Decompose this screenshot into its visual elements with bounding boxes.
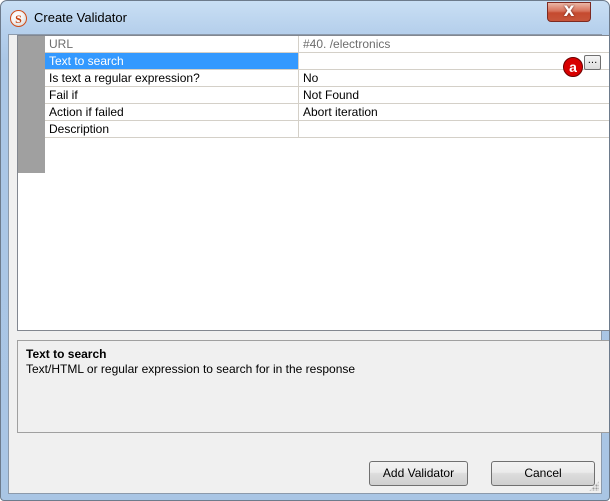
property-value[interactable] xyxy=(299,121,609,138)
close-icon: X xyxy=(563,4,575,20)
property-help-panel: Text to search Text/HTML or regular expr… xyxy=(17,340,609,433)
app-icon-letter: S xyxy=(15,11,22,26)
property-row-text-to-search[interactable]: Text to search xyxy=(45,53,609,70)
property-row-fail-if[interactable]: Fail if Not Found xyxy=(45,87,609,104)
property-row-is-regex[interactable]: Is text a regular expression? No xyxy=(45,70,609,87)
property-value[interactable]: #40. /electronics xyxy=(299,36,609,53)
property-row-action-if-failed[interactable]: Action if failed Abort iteration xyxy=(45,104,609,121)
property-name: Fail if xyxy=(45,87,299,104)
annotation-marker-a: a xyxy=(563,57,583,77)
close-button[interactable]: X xyxy=(547,2,591,22)
property-name: Action if failed xyxy=(45,104,299,121)
window-title: Create Validator xyxy=(34,10,127,25)
property-name: Text to search xyxy=(45,53,299,70)
help-description: Text/HTML or regular expression to searc… xyxy=(26,362,356,376)
property-row-url[interactable]: URL #40. /electronics xyxy=(45,36,609,53)
property-value[interactable]: Not Found xyxy=(299,87,609,104)
title-bar: S Create Validator X xyxy=(1,1,609,35)
property-value[interactable]: No xyxy=(299,70,609,87)
property-grid-rows: URL #40. /electronics Text to search Is … xyxy=(45,36,609,138)
property-grid: URL #40. /electronics Text to search Is … xyxy=(17,35,609,331)
property-grid-gutter xyxy=(18,36,45,173)
help-title: Text to search xyxy=(26,347,107,361)
property-row-description[interactable]: Description xyxy=(45,121,609,138)
app-logo-icon: S xyxy=(10,10,27,27)
property-name: Description xyxy=(45,121,299,138)
add-validator-button[interactable]: Add Validator xyxy=(369,461,468,486)
property-value[interactable]: Abort iteration xyxy=(299,104,609,121)
property-name: Is text a regular expression? xyxy=(45,70,299,87)
property-name: URL xyxy=(45,36,299,53)
cancel-button[interactable]: Cancel xyxy=(491,461,595,486)
dialog-client-area: URL #40. /electronics Text to search Is … xyxy=(8,34,609,494)
browse-ellipsis-button[interactable]: ... xyxy=(584,55,601,70)
create-validator-dialog: S Create Validator X URL #40. /electroni… xyxy=(0,0,610,501)
